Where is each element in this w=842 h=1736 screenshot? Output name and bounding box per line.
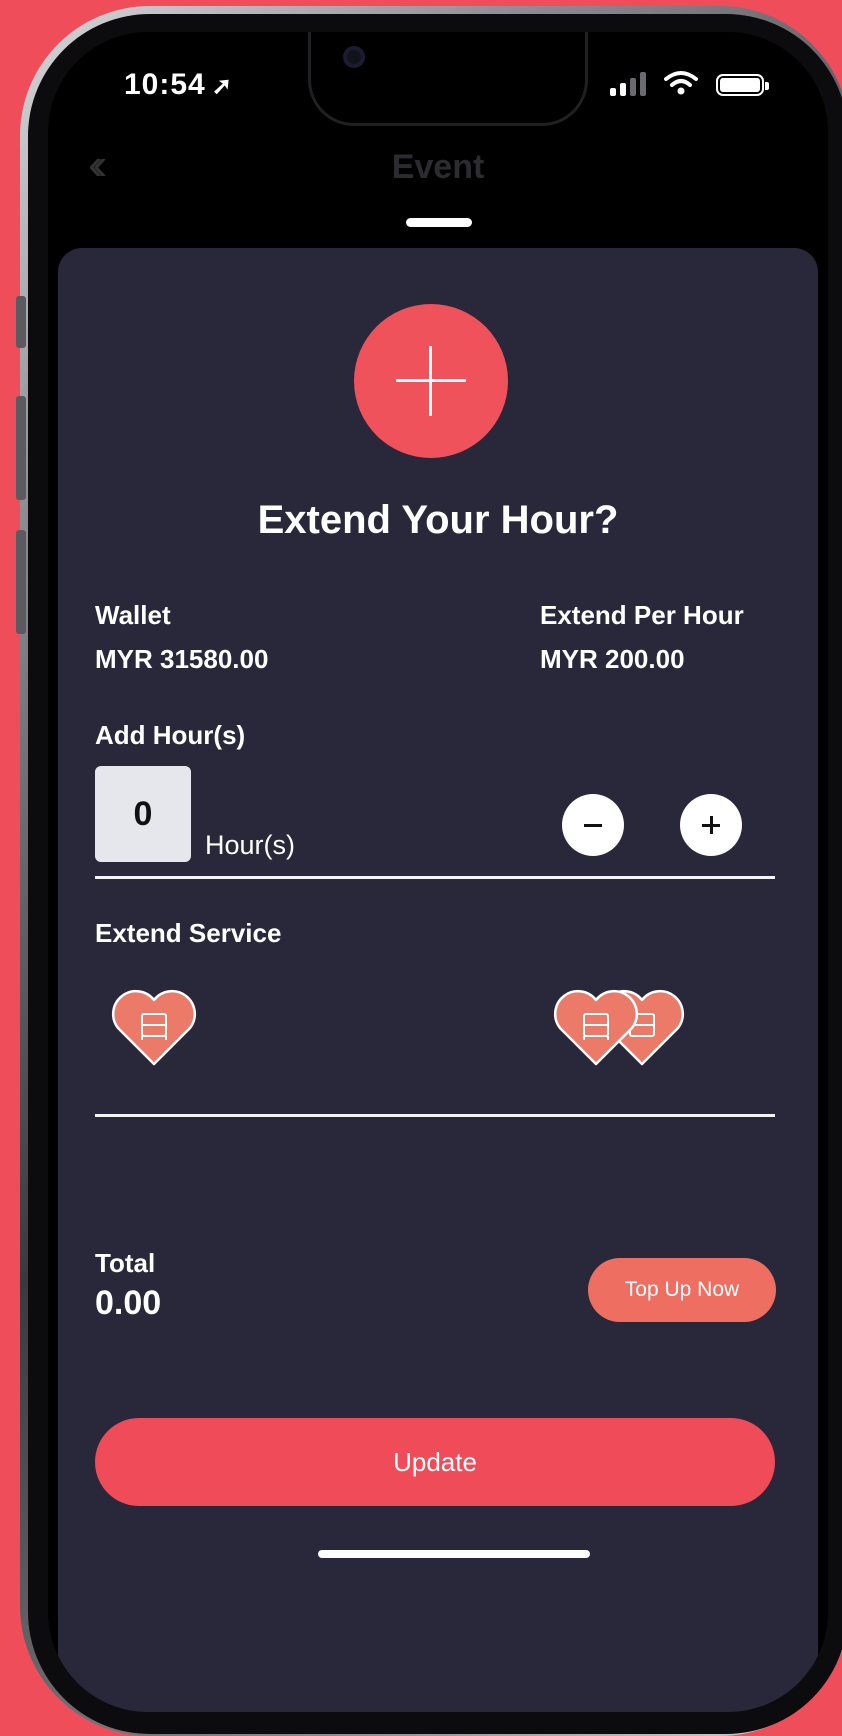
- extend-hour-sheet: Extend Your Hour? Wallet MYR 31580.00 Ex…: [58, 248, 818, 1712]
- volume-up-button: [16, 396, 26, 500]
- divider: [95, 876, 775, 879]
- room-service-heart-icon[interactable]: [110, 988, 198, 1068]
- minus-icon: [584, 823, 602, 827]
- location-arrow-icon: ➚: [211, 73, 233, 100]
- rate-label: Extend Per Hour: [540, 600, 744, 630]
- plus-icon: [702, 816, 720, 834]
- wifi-icon: [664, 71, 698, 95]
- cellular-signal-icon: [610, 72, 646, 96]
- hours-unit-label: Hour(s): [205, 830, 296, 860]
- notch: [308, 32, 588, 126]
- total-value: 0.00: [95, 1284, 162, 1322]
- dialog-title: Extend Your Hour?: [257, 498, 619, 542]
- plus-circle-icon: [354, 304, 508, 458]
- extend-service-label: Extend Service: [95, 918, 282, 948]
- divider: [95, 1114, 775, 1117]
- sheet-grabber[interactable]: [406, 218, 472, 227]
- wallet-label: Wallet: [95, 600, 171, 630]
- battery-icon: [716, 74, 769, 96]
- phone-screen: 10:54 ➚ ‹‹ Event Extend Your Hour? Wallet…: [48, 32, 828, 1712]
- update-button[interactable]: Update: [95, 1418, 775, 1506]
- status-bar-icons: [610, 70, 769, 96]
- decrease-hours-button[interactable]: [562, 794, 624, 856]
- hours-quantity-field[interactable]: 0: [95, 766, 191, 862]
- top-up-now-button[interactable]: Top Up Now: [588, 1258, 776, 1322]
- wallet-balance: MYR 31580.00: [95, 644, 269, 674]
- status-bar-time: 10:54 ➚: [124, 68, 233, 102]
- front-camera: [343, 46, 365, 68]
- total-label: Total: [95, 1248, 156, 1278]
- mute-switch: [16, 296, 26, 348]
- status-time-text: 10:54: [124, 68, 206, 101]
- increase-hours-button[interactable]: [680, 794, 742, 856]
- rate-value: MYR 200.00: [540, 644, 685, 674]
- home-indicator[interactable]: [318, 1550, 590, 1558]
- room-service-heart-icon[interactable]: [552, 988, 640, 1068]
- nav-title: Event: [391, 148, 485, 186]
- volume-down-button: [16, 530, 26, 634]
- add-hours-label: Add Hour(s): [95, 720, 246, 750]
